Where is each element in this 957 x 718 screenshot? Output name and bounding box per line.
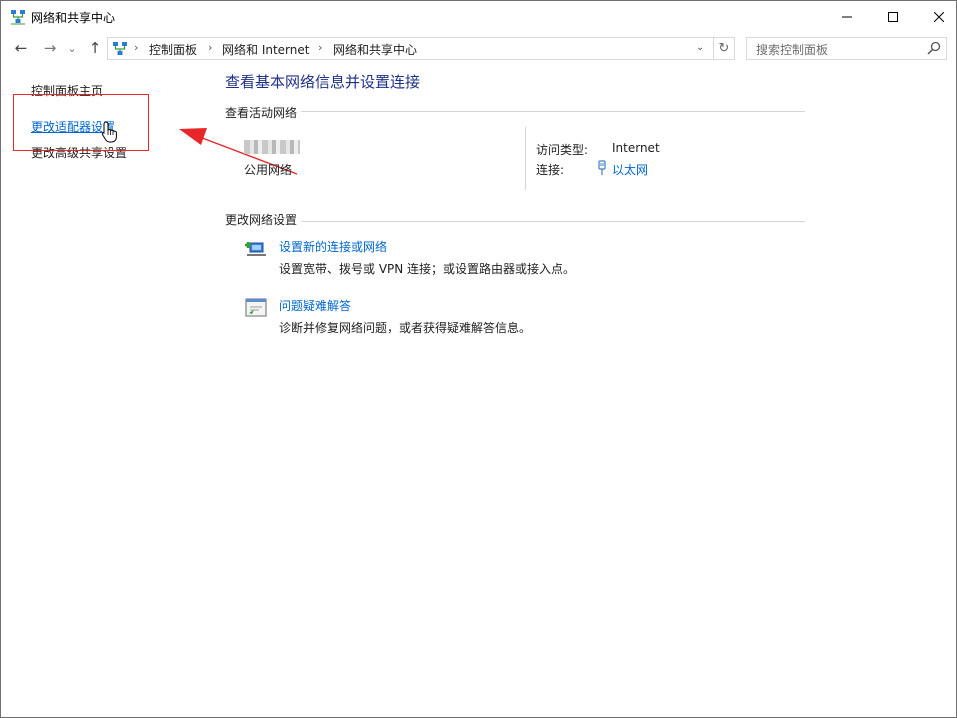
back-button[interactable]: ←	[11, 38, 31, 58]
new-connection-icon	[245, 242, 266, 256]
vertical-divider	[525, 127, 526, 190]
close-button[interactable]	[916, 1, 956, 32]
change-advanced-sharing-link[interactable]: 更改高级共享设置	[31, 144, 127, 161]
ethernet-connection-link[interactable]: 以太网	[612, 161, 648, 178]
breadcrumb-separator[interactable]: ›	[318, 41, 322, 54]
network-type-link[interactable]: 公用网络	[244, 161, 292, 178]
section-divider	[225, 221, 805, 222]
connections-label: 连接:	[536, 163, 565, 177]
navigation-bar: ← → ⌄ ↑ › 控制面板 › 网络和 Internet › 网络和共享中心 …	[1, 33, 956, 63]
page-title: 查看基本网络信息并设置连接	[225, 73, 421, 91]
network-icon	[11, 10, 25, 25]
breadcrumb-network-sharing-center[interactable]: 网络和共享中心	[333, 41, 417, 58]
forward-button[interactable]: →	[40, 38, 60, 58]
title-bar: 网络和共享中心	[1, 1, 956, 32]
maximize-button[interactable]	[870, 1, 916, 32]
up-arrow-icon: ↑	[88, 39, 102, 57]
search-input[interactable]: 搜索控制面板	[756, 41, 828, 58]
refresh-icon: ↻	[718, 41, 730, 56]
troubleshoot-link[interactable]: 问题疑难解答	[279, 297, 351, 314]
address-bar[interactable]: › 控制面板 › 网络和 Internet › 网络和共享中心 ⌄	[107, 37, 714, 60]
close-icon	[934, 11, 944, 22]
hand-cursor-icon	[101, 121, 117, 143]
breadcrumb-separator[interactable]: ›	[134, 41, 138, 54]
network-name-redacted	[244, 140, 300, 154]
control-panel-home-link[interactable]: 控制面板主页	[31, 82, 103, 99]
up-button[interactable]: ↑	[85, 38, 105, 58]
change-settings-label: 更改网络设置	[225, 211, 302, 228]
minimize-icon	[842, 16, 852, 17]
search-icon[interactable]	[927, 41, 941, 55]
maximize-icon	[888, 11, 898, 22]
active-networks-label: 查看活动网络	[225, 104, 302, 121]
network-sharing-center-window: 网络和共享中心 ← → ⌄ ↑ › 控制面板 › 网络和 Internet › …	[0, 0, 957, 718]
forward-arrow-icon: →	[43, 39, 57, 57]
access-type-value: Internet	[612, 141, 660, 155]
breadcrumb-control-panel[interactable]: 控制面板	[149, 41, 197, 58]
window-title: 网络和共享中心	[31, 11, 116, 25]
troubleshoot-desc: 诊断并修复网络问题，或者获得疑难解答信息。	[279, 321, 532, 335]
breadcrumb-separator[interactable]: ›	[208, 41, 212, 54]
control-panel-icon	[113, 42, 127, 55]
address-dropdown-icon[interactable]: ⌄	[696, 42, 704, 53]
ethernet-icon	[598, 160, 606, 175]
setup-new-connection-link[interactable]: 设置新的连接或网络	[279, 238, 387, 255]
troubleshoot-icon	[245, 298, 267, 317]
minimize-button[interactable]	[824, 1, 870, 32]
section-divider	[225, 111, 805, 112]
access-type-label: 访问类型:	[536, 143, 589, 157]
annotation-arrow	[179, 128, 298, 175]
recent-locations-button[interactable]: ⌄	[65, 38, 79, 58]
chevron-down-icon: ⌄	[67, 41, 77, 55]
breadcrumb-network-internet[interactable]: 网络和 Internet	[222, 41, 309, 58]
setup-new-connection-desc: 设置宽带、拨号或 VPN 连接；或设置路由器或接入点。	[279, 262, 576, 276]
search-box[interactable]: 搜索控制面板	[746, 37, 947, 60]
refresh-button[interactable]: ↻	[714, 37, 735, 60]
back-arrow-icon: ←	[14, 39, 28, 57]
